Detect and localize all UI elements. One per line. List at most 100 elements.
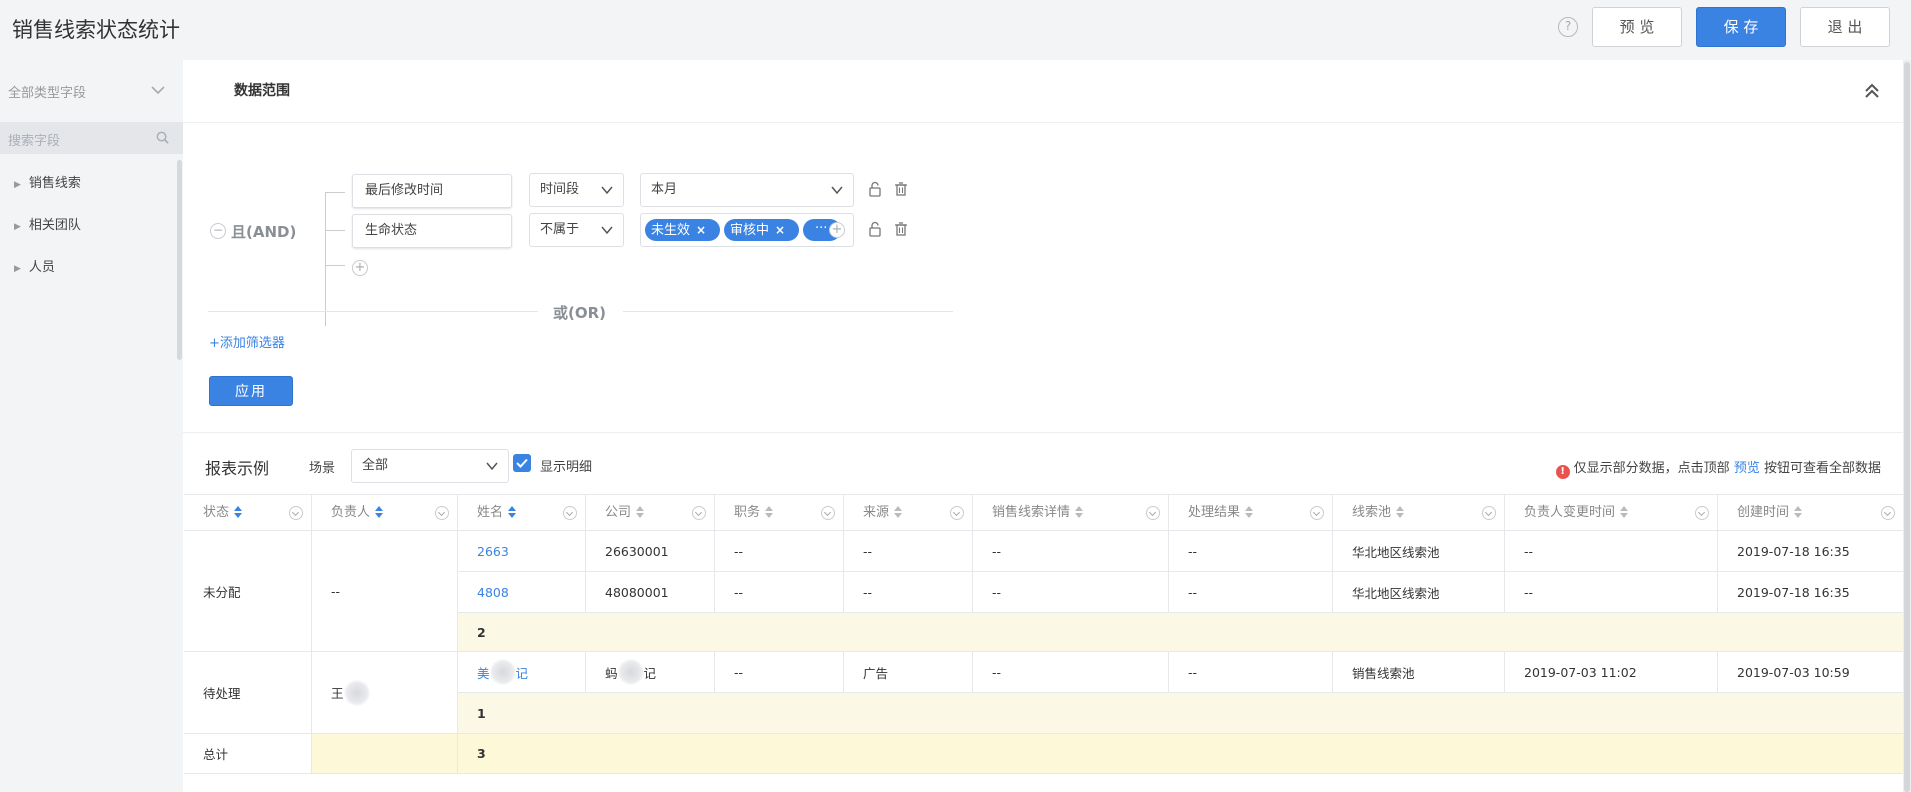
table-cell: -- xyxy=(715,572,844,613)
sidebar-item-related-team[interactable]: ▶ 相关团队 xyxy=(14,214,81,233)
filter-icon[interactable] xyxy=(1881,506,1895,520)
page-title: 销售线索状态统计 xyxy=(12,18,180,42)
column-header[interactable]: 职务 xyxy=(715,494,844,531)
condition-operator-1[interactable]: 时间段 xyxy=(529,173,624,207)
scrollbar-thumb[interactable] xyxy=(1904,62,1910,792)
sidebar-item-label: 人员 xyxy=(28,260,55,275)
column-header[interactable]: 创建时间 xyxy=(1718,494,1904,531)
close-icon[interactable]: × xyxy=(775,223,785,237)
sort-icon[interactable] xyxy=(1075,506,1084,518)
filter-icon[interactable] xyxy=(1482,506,1496,520)
table-cell: -- xyxy=(844,531,973,572)
close-icon[interactable]: × xyxy=(696,223,706,237)
lead-name-link[interactable]: 美记 xyxy=(458,652,586,693)
show-detail-checkbox[interactable] xyxy=(513,454,531,472)
column-header[interactable]: 销售线索详情 xyxy=(973,494,1169,531)
value-tag[interactable]: 未生效 × xyxy=(645,219,720,241)
redacted-mark xyxy=(343,679,370,706)
divider xyxy=(183,432,1903,433)
column-header[interactable]: 来源 xyxy=(844,494,973,531)
column-header[interactable]: 状态 xyxy=(184,494,312,531)
condition-field-1[interactable]: 最后修改时间 xyxy=(352,174,512,208)
sort-icon[interactable] xyxy=(234,506,243,518)
field-search-box[interactable]: 搜索字段 xyxy=(0,122,183,154)
table-cell: 48080001 xyxy=(586,572,715,613)
help-icon[interactable]: ? xyxy=(1558,17,1578,37)
scene-label: 场景 xyxy=(309,461,336,476)
sort-icon[interactable] xyxy=(636,506,645,518)
trash-icon[interactable] xyxy=(893,181,909,197)
save-button[interactable]: 保 存 xyxy=(1696,7,1786,47)
filter-icon[interactable] xyxy=(950,506,964,520)
column-header[interactable]: 负责人变更时间 xyxy=(1505,494,1718,531)
filter-icon[interactable] xyxy=(692,506,706,520)
tag-label: 审核中 xyxy=(730,223,770,238)
sort-icon[interactable] xyxy=(1620,506,1629,518)
chevron-down-icon[interactable] xyxy=(150,82,166,98)
condition-operator-2[interactable]: 不属于 xyxy=(529,213,624,247)
column-header[interactable]: 姓名 xyxy=(458,494,586,531)
add-icon[interactable]: + xyxy=(829,222,845,238)
operator-value: 不属于 xyxy=(540,222,580,237)
lead-name-link[interactable]: 2663 xyxy=(458,531,586,572)
or-divider xyxy=(208,311,538,312)
main-scrollbar[interactable] xyxy=(1903,60,1911,792)
sort-icon[interactable] xyxy=(894,506,903,518)
unlock-icon[interactable] xyxy=(867,221,883,237)
filter-icon[interactable] xyxy=(289,506,303,520)
total-row: 3 xyxy=(458,734,1904,774)
table-cell: -- xyxy=(715,652,844,693)
preview-link[interactable]: 预览 xyxy=(1734,461,1760,476)
tag-label: 未生效 xyxy=(651,223,691,238)
exit-button[interactable]: 退 出 xyxy=(1800,7,1890,47)
sidebar-item-sales-lead[interactable]: ▶ 销售线索 xyxy=(14,172,81,191)
table-cell: 2019-07-18 16:35 xyxy=(1718,531,1904,572)
and-label: 且(AND) xyxy=(231,223,297,241)
header-bar: 销售线索状态统计 ? 预 览 保 存 退 出 xyxy=(0,0,1911,60)
unlock-icon[interactable] xyxy=(867,181,883,197)
collapse-group-icon[interactable]: − xyxy=(210,223,226,239)
lead-name-link[interactable]: 4808 xyxy=(458,572,586,613)
sidebar-item-personnel[interactable]: ▶ 人员 xyxy=(14,256,55,275)
add-condition-icon[interactable]: + xyxy=(352,260,368,276)
sidebar-scrollbar[interactable] xyxy=(177,160,182,360)
filter-icon[interactable] xyxy=(1695,506,1709,520)
sort-icon[interactable] xyxy=(1396,506,1405,518)
group-bracket xyxy=(325,230,345,231)
column-header[interactable]: 公司 xyxy=(586,494,715,531)
column-header[interactable]: 处理结果 xyxy=(1169,494,1333,531)
filter-icon[interactable] xyxy=(1310,506,1324,520)
sort-icon[interactable] xyxy=(375,506,384,518)
add-filter-link[interactable]: +添加筛选器 xyxy=(209,332,285,351)
field-type-filter[interactable]: 全部类型字段 xyxy=(8,82,86,101)
double-chevron-up-icon[interactable] xyxy=(1863,82,1881,100)
filter-icon[interactable] xyxy=(1146,506,1160,520)
scene-select[interactable]: 全部 xyxy=(351,449,509,483)
search-icon[interactable] xyxy=(155,130,170,145)
scene-value: 全部 xyxy=(362,458,389,473)
check-icon xyxy=(516,458,528,468)
or-label: 或(OR) xyxy=(553,304,607,322)
sort-icon[interactable] xyxy=(1794,506,1803,518)
filter-icon[interactable] xyxy=(821,506,835,520)
sort-icon[interactable] xyxy=(1245,506,1254,518)
condition-value-2[interactable]: 未生效 × 审核中 × ··· + xyxy=(640,213,854,247)
column-header[interactable]: 负责人 xyxy=(312,494,458,531)
apply-button[interactable]: 应用 xyxy=(209,376,293,406)
filter-icon[interactable] xyxy=(563,506,577,520)
condition-field-2[interactable]: 生命状态 xyxy=(352,214,512,248)
condition-value-1[interactable]: 本月 xyxy=(640,173,854,207)
sort-icon[interactable] xyxy=(765,506,774,518)
preview-button[interactable]: 预 览 xyxy=(1592,7,1682,47)
field-sidebar: 全部类型字段 搜索字段 ▶ 销售线索 ▶ 相关团队 ▶ 人员 xyxy=(0,60,183,792)
trash-icon[interactable] xyxy=(893,221,909,237)
value-tag[interactable]: 审核中 × xyxy=(724,219,799,241)
sort-icon[interactable] xyxy=(508,506,517,518)
filter-icon[interactable] xyxy=(435,506,449,520)
table-cell: -- xyxy=(973,531,1169,572)
group-status-cell: 待处理 xyxy=(184,652,312,734)
column-header[interactable]: 线索池 xyxy=(1333,494,1505,531)
field-search-input[interactable]: 搜索字段 xyxy=(8,130,60,149)
chevron-down-icon xyxy=(486,462,498,471)
table-cell: -- xyxy=(1169,652,1333,693)
